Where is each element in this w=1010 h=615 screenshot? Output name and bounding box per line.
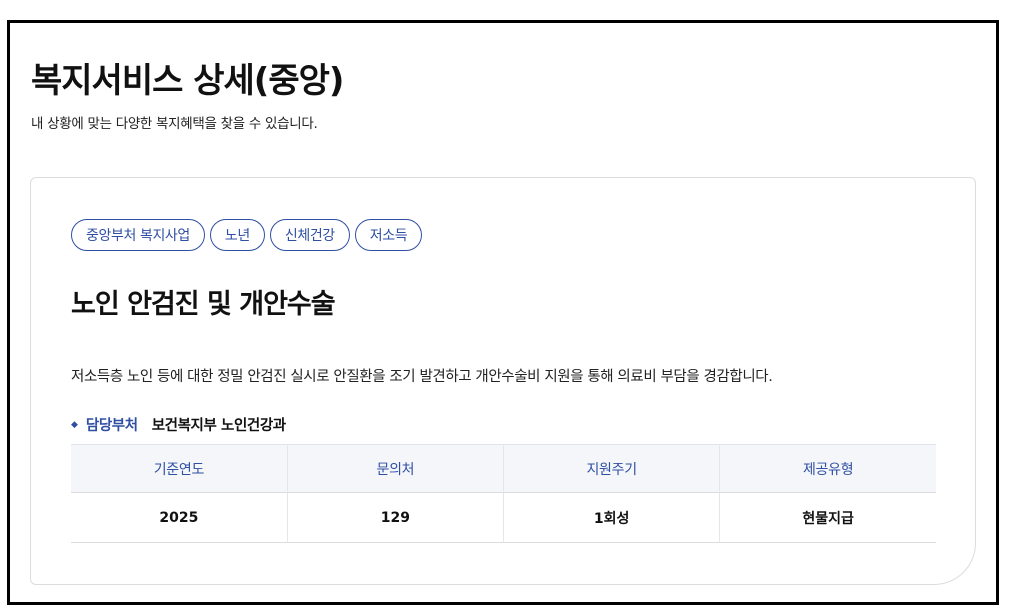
department-row: ◆ 담당부처 보건복지부 노인건강과 bbox=[71, 414, 286, 435]
header-contact: 문의처 bbox=[287, 444, 505, 493]
page-frame: 복지서비스 상세(중앙) 내 상황에 맞는 다양한 복지혜택을 찾을 수 있습니… bbox=[7, 20, 999, 605]
service-title: 노인 안검진 및 개안수술 bbox=[71, 289, 336, 320]
service-detail-card: 중앙부처 복지사업 노년 신체건강 저소득 노인 안검진 및 개안수술 저소득층… bbox=[30, 177, 976, 585]
department-label: 담당부처 bbox=[85, 418, 138, 434]
tag-senior[interactable]: 노년 bbox=[209, 219, 265, 251]
cell-support-cycle: 1회성 bbox=[503, 492, 721, 543]
page-title: 복지서비스 상세(중앙) bbox=[31, 61, 344, 101]
table-header-row: 기준연도 문의처 지원주기 제공유형 bbox=[71, 444, 936, 493]
tag-central-ministry[interactable]: 중앙부처 복지사업 bbox=[71, 219, 205, 251]
table-row: 2025 129 1회성 현물지급 bbox=[71, 492, 936, 543]
tag-physical-health[interactable]: 신체건강 bbox=[269, 219, 350, 251]
cell-base-year: 2025 bbox=[71, 492, 288, 543]
service-info-table: 기준연도 문의처 지원주기 제공유형 2025 129 1회성 현물지급 bbox=[71, 444, 936, 543]
header-base-year: 기준연도 bbox=[71, 444, 288, 493]
header-support-cycle: 지원주기 bbox=[503, 444, 721, 493]
tag-list: 중앙부처 복지사업 노년 신체건강 저소득 bbox=[71, 219, 423, 251]
page-subtitle: 내 상황에 맞는 다양한 복지혜택을 찾을 수 있습니다. bbox=[31, 116, 318, 132]
header-provision-type: 제공유형 bbox=[719, 444, 936, 493]
cell-contact: 129 bbox=[287, 492, 505, 543]
service-description: 저소득층 노인 등에 대한 정밀 안검진 실시로 안질환을 조기 발견하고 개안… bbox=[71, 369, 773, 385]
cell-provision-type: 현물지급 bbox=[719, 492, 936, 543]
department-value: 보건복지부 노인건강과 bbox=[151, 418, 286, 434]
diamond-bullet-icon: ◆ bbox=[71, 419, 78, 430]
tag-low-income[interactable]: 저소득 bbox=[354, 219, 423, 251]
